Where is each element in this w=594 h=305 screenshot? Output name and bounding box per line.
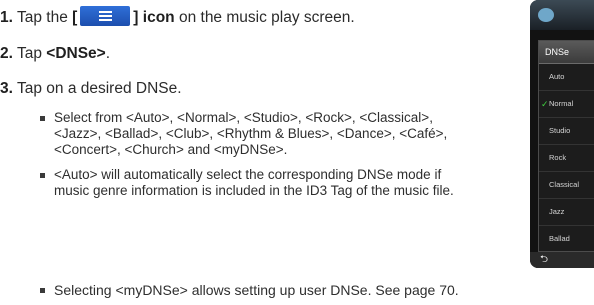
bottom-bar: ⮌ [530,252,594,268]
dnse-label: <DNSe> [46,45,106,62]
bullet-item-last: Selecting <myDNSe> allows setting up use… [40,281,459,299]
step-text-pre: Tap [16,45,47,62]
step-text-pre: Tap the [16,9,73,26]
step-2: 2. Tap <DNSe>. [0,44,110,63]
dnse-option-studio[interactable]: Studio [539,118,594,145]
back-arrow-icon[interactable]: ⮌ [540,252,548,268]
status-bar [530,0,594,30]
dnse-option-classical[interactable]: Classical [539,172,594,199]
dnse-option-normal[interactable]: ✓ Normal [539,91,594,118]
dnse-popup: DNSe Auto ✓ Normal Studio Rock Classical … [538,40,594,253]
dnse-option-jazz[interactable]: Jazz [539,199,594,226]
check-icon: ✓ [541,99,549,109]
step-3: 3. Tap on a desired DNSe. [0,79,182,98]
step-text-post: . [105,45,111,62]
popup-title: DNSe [539,41,594,64]
menu-icon [80,6,131,27]
step-number: 2. [0,45,13,62]
step-1: 1. Tap the [] icon on the music play scr… [0,6,355,27]
step-text: Tap on a desired DNSe. [16,80,182,97]
bullet-item: <Auto> will automatically select the cor… [40,167,460,199]
app-logo-icon [538,8,554,22]
bracket-close: ] [133,9,139,26]
bullet-list: Select from <Auto>, <Normal>, <Studio>, … [40,110,460,199]
step-text-post: on the music play screen. [174,9,355,26]
step-number: 1. [0,9,13,26]
dnse-option-rock[interactable]: Rock [539,145,594,172]
bullet-item: Select from <Auto>, <Normal>, <Studio>, … [40,110,460,159]
dnse-option-ballad[interactable]: Ballad [539,226,594,253]
bracket-open: [ [72,9,78,26]
icon-word: icon [142,9,175,26]
step-number: 3. [0,80,13,97]
dnse-option-auto[interactable]: Auto [539,64,594,91]
phone-screenshot: DNSe Auto ✓ Normal Studio Rock Classical … [530,0,594,268]
